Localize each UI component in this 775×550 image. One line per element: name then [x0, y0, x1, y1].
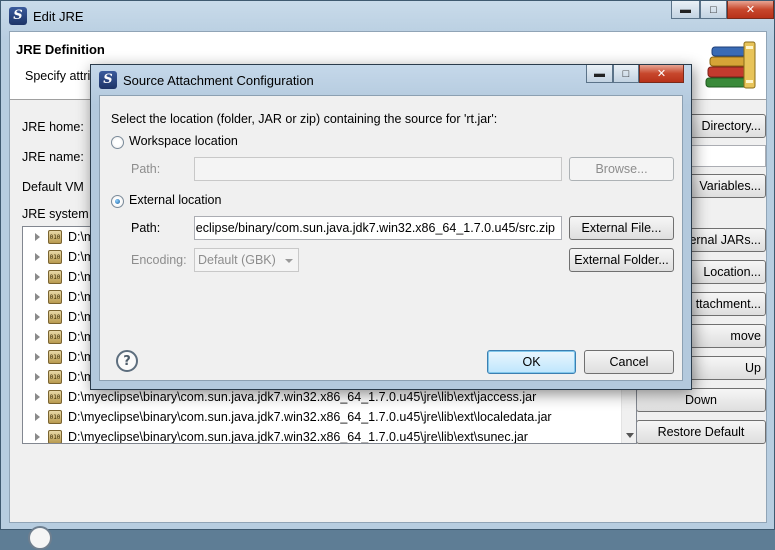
expand-arrow-icon[interactable]	[35, 333, 40, 341]
library-books-icon	[705, 41, 756, 89]
jre-definition-title: JRE Definition	[16, 42, 105, 57]
maximize-button[interactable]: □	[700, 1, 727, 19]
jre-system-libraries-label: JRE system l	[22, 207, 95, 221]
myeclipse-app-icon: S	[9, 7, 27, 25]
default-vm-label: Default VM	[22, 180, 84, 194]
jar-file-icon: 010	[48, 410, 62, 424]
jar-file-icon: 010	[48, 370, 62, 384]
external-path-field[interactable]: eclipse/binary/com.sun.java.jdk7.win32.x…	[194, 216, 562, 240]
expand-arrow-icon[interactable]	[35, 273, 40, 281]
jre-definition-description: Specify attri	[25, 69, 91, 83]
jar-file-icon: 010	[48, 270, 62, 284]
encoding-value: Default (GBK)	[198, 253, 276, 267]
library-path: D:\myeclipse\binary\com.sun.java.jdk7.wi…	[68, 410, 552, 424]
jar-file-icon: 010	[48, 430, 62, 443]
jar-file-icon: 010	[48, 290, 62, 304]
workspace-path-label: Path:	[131, 162, 161, 176]
library-path: D:\myeclipse\binary\com.sun.java.jdk7.wi…	[68, 430, 528, 444]
ok-button[interactable]: OK	[487, 350, 576, 374]
expand-arrow-icon[interactable]	[35, 373, 40, 381]
jar-file-icon: 010	[48, 390, 62, 404]
external-path-value: eclipse/binary/com.sun.java.jdk7.win32.x…	[195, 221, 555, 235]
jar-file-icon: 010	[48, 310, 62, 324]
workspace-path-field[interactable]	[194, 157, 562, 181]
encoding-label: Encoding:	[131, 253, 187, 267]
expand-arrow-icon[interactable]	[35, 393, 40, 401]
dialog-prompt: Select the location (folder, JAR or zip)…	[111, 112, 498, 126]
list-item[interactable]: 010 D:\myeclipse\binary\com.sun.java.jdk7…	[23, 407, 623, 427]
workspace-location-label[interactable]: Workspace location	[129, 134, 238, 148]
dialog-title: Source Attachment Configuration	[123, 72, 314, 88]
cancel-button[interactable]: Cancel	[584, 350, 674, 374]
external-location-radio[interactable]	[111, 195, 124, 208]
jar-file-icon: 010	[48, 350, 62, 364]
minimize-button[interactable]: ▬	[671, 1, 700, 19]
close-button[interactable]: ✕	[639, 65, 684, 83]
external-folder-button[interactable]: External Folder...	[569, 248, 674, 272]
encoding-select[interactable]: Default (GBK)	[194, 248, 299, 272]
jar-file-icon: 010	[48, 250, 62, 264]
workspace-location-radio[interactable]	[111, 136, 124, 149]
help-icon[interactable]: ?	[116, 350, 138, 372]
dialog-window-controls: ▬ □ ✕	[586, 65, 684, 83]
expand-arrow-icon[interactable]	[35, 313, 40, 321]
close-button[interactable]: ✕	[727, 1, 774, 19]
jre-name-label: JRE name:	[22, 150, 84, 164]
jar-file-icon: 010	[48, 230, 62, 244]
list-item[interactable]: 010 D:\myeclipse\binary\com.sun.java.jdk7…	[23, 427, 623, 444]
library-path: D:\myeclipse\binary\com.sun.java.jdk7.wi…	[68, 390, 537, 404]
external-location-label[interactable]: External location	[129, 193, 221, 207]
expand-arrow-icon[interactable]	[35, 233, 40, 241]
external-file-button[interactable]: External File...	[569, 216, 674, 240]
browse-button[interactable]: Browse...	[569, 157, 674, 181]
source-attachment-dialog: S Source Attachment Configuration ▬ □ ✕ …	[90, 64, 692, 390]
list-item[interactable]: 010 D:\myeclipse\binary\com.sun.java.jdk7…	[23, 387, 623, 407]
jre-home-label: JRE home:	[22, 120, 84, 134]
restore-default-button[interactable]: Restore Default	[636, 420, 766, 444]
myeclipse-app-icon: S	[99, 71, 117, 89]
maximize-button[interactable]: □	[613, 65, 639, 83]
expand-arrow-icon[interactable]	[35, 413, 40, 421]
edit-jre-title: Edit JRE	[33, 8, 84, 24]
expand-arrow-icon[interactable]	[35, 433, 40, 441]
expand-arrow-icon[interactable]	[35, 253, 40, 261]
expand-arrow-icon[interactable]	[35, 353, 40, 361]
chevron-down-icon	[285, 259, 293, 263]
down-button[interactable]: Down	[636, 388, 766, 412]
dialog-content: Select the location (folder, JAR or zip)…	[99, 95, 683, 381]
minimize-button[interactable]: ▬	[586, 65, 613, 83]
expand-arrow-icon[interactable]	[35, 293, 40, 301]
edit-jre-titlebar[interactable]: S Edit JRE	[1, 1, 775, 31]
external-path-label: Path:	[131, 221, 161, 235]
scroll-down-arrow-icon[interactable]	[626, 433, 634, 438]
jar-file-icon: 010	[48, 330, 62, 344]
edit-jre-window-controls: ▬ □ ✕	[671, 1, 774, 19]
